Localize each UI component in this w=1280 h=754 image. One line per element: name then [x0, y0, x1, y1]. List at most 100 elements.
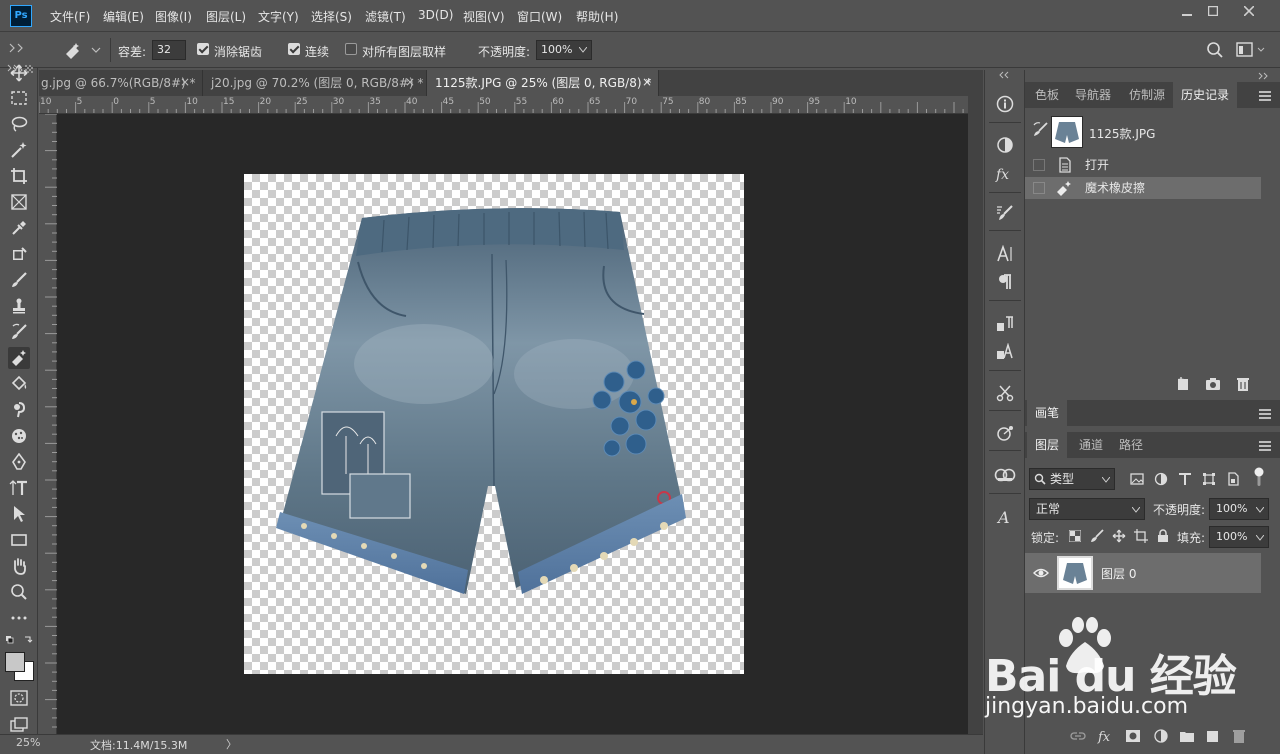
- paint-bucket-tool[interactable]: [8, 373, 30, 395]
- filter-type-button[interactable]: [1177, 471, 1193, 487]
- pen-tool[interactable]: [8, 451, 30, 473]
- vertical-scrollbar[interactable]: [968, 96, 983, 734]
- fill-input[interactable]: 100%: [1209, 526, 1269, 548]
- menu-select[interactable]: 选择(S): [311, 8, 352, 25]
- tab-close-button[interactable]: ×: [405, 75, 415, 89]
- adjustment-circle-icon[interactable]: [1153, 728, 1169, 744]
- link-icon[interactable]: [1069, 728, 1087, 744]
- eyedropper-tool[interactable]: [8, 217, 30, 239]
- clone-stamp-tool[interactable]: [8, 295, 30, 317]
- magic-eraser-tool[interactable]: [8, 347, 30, 369]
- opacity-input[interactable]: 100%: [536, 40, 592, 60]
- character-panel-button[interactable]: [994, 243, 1016, 265]
- tab-history[interactable]: 历史记录: [1173, 82, 1238, 108]
- smudge-tool[interactable]: [8, 399, 30, 421]
- history-source-icon[interactable]: [1031, 120, 1051, 140]
- tab-close-button[interactable]: ×: [180, 75, 190, 89]
- styles-panel-button[interactable]: fx: [994, 163, 1016, 185]
- menu-filter[interactable]: 滤镜(T): [365, 8, 406, 25]
- edit-toolbar-button[interactable]: [8, 607, 30, 629]
- filter-pixel-button[interactable]: [1129, 471, 1145, 487]
- tab-navigator[interactable]: 导航器: [1067, 82, 1119, 108]
- rectangle-tool[interactable]: [8, 529, 30, 551]
- move-tool[interactable]: [8, 62, 30, 84]
- dock-collapse[interactable]: [995, 70, 1015, 80]
- foreground-color-swatch[interactable]: [5, 652, 25, 672]
- menu-edit[interactable]: 编辑(E): [103, 8, 144, 25]
- tab-paths[interactable]: 路径: [1111, 432, 1151, 458]
- menu-layer[interactable]: 图层(L): [206, 8, 246, 25]
- snapshot-name[interactable]: 1125款.JPG: [1089, 125, 1155, 142]
- layer-name[interactable]: 图层 0: [1101, 565, 1136, 582]
- contiguous-checkbox[interactable]: [288, 43, 300, 55]
- magic-wand-tool[interactable]: [8, 139, 30, 161]
- menu-help[interactable]: 帮助(H): [576, 8, 618, 25]
- tab-channels[interactable]: 通道: [1071, 432, 1111, 458]
- filter-toggle[interactable]: [1251, 467, 1267, 486]
- filter-smart-object-button[interactable]: [1225, 471, 1241, 487]
- layer-thumbnail[interactable]: [1057, 556, 1093, 590]
- history-brush-tool[interactable]: [8, 321, 30, 343]
- 3d-panel-button[interactable]: [994, 422, 1016, 444]
- layer-mask-icon[interactable]: [1125, 728, 1141, 744]
- document-canvas[interactable]: [244, 174, 744, 674]
- menu-image[interactable]: 图像(I): [155, 8, 192, 25]
- history-panel-menu[interactable]: [1259, 91, 1271, 101]
- type-tool[interactable]: [8, 477, 30, 499]
- tab-layers[interactable]: 图层: [1027, 432, 1068, 458]
- swap-colors-control[interactable]: [5, 635, 33, 647]
- trash-icon[interactable]: [1231, 728, 1247, 744]
- lock-pixels-button[interactable]: [1089, 528, 1105, 544]
- brush-settings-panel-button[interactable]: [994, 202, 1016, 224]
- close-window-button[interactable]: [1232, 0, 1266, 22]
- lasso-tool[interactable]: [8, 113, 30, 135]
- sample-all-layers-checkbox[interactable]: [345, 43, 357, 55]
- tab-brushes[interactable]: 画笔: [1027, 400, 1068, 426]
- tool-preset-button[interactable]: [62, 40, 102, 60]
- hand-tool[interactable]: [8, 555, 30, 577]
- tool-preset-picker[interactable]: [6, 40, 30, 60]
- glyphs-panel-button[interactable]: A: [994, 506, 1016, 528]
- tool-presets-panel-button[interactable]: [994, 382, 1016, 404]
- path-selection-tool[interactable]: [8, 503, 30, 525]
- brush-tool[interactable]: [8, 269, 30, 291]
- filter-adjustment-button[interactable]: [1153, 471, 1169, 487]
- trash-icon[interactable]: [1235, 376, 1251, 392]
- character-styles-panel-button[interactable]: [994, 341, 1016, 363]
- layer-filter-dropdown[interactable]: 类型: [1029, 468, 1115, 490]
- tab-clone-source[interactable]: 仿制源: [1121, 82, 1173, 108]
- healing-brush-tool[interactable]: [8, 243, 30, 265]
- quick-mask-button[interactable]: [8, 687, 30, 709]
- filter-shape-button[interactable]: [1201, 471, 1217, 487]
- history-state-checkbox[interactable]: [1033, 182, 1045, 194]
- tab-g-jpg[interactable]: g.jpg @ 66.7%(RGB/8#) *: [33, 70, 203, 96]
- marquee-tool[interactable]: [8, 87, 30, 109]
- libraries-panel-button[interactable]: [994, 464, 1016, 486]
- history-item-open[interactable]: 打开: [1025, 154, 1261, 176]
- adjustments-panel-button[interactable]: [994, 134, 1016, 156]
- snapshot-thumbnail[interactable]: [1051, 116, 1083, 148]
- blend-mode-dropdown[interactable]: 正常: [1029, 498, 1145, 520]
- search-button[interactable]: [1206, 41, 1224, 59]
- maximize-button[interactable]: [1196, 0, 1230, 22]
- history-item-magic-eraser[interactable]: 魔术橡皮擦: [1025, 177, 1261, 199]
- tab-j20-jpg[interactable]: j20.jpg @ 70.2% (图层 0, RGB/8#) *: [203, 70, 427, 96]
- tolerance-input[interactable]: 32: [152, 40, 186, 60]
- layer-opacity-input[interactable]: 100%: [1209, 498, 1269, 520]
- fx-icon[interactable]: fx: [1097, 728, 1115, 744]
- lock-all-button[interactable]: [1155, 528, 1171, 544]
- workspace-switcher[interactable]: [1236, 41, 1268, 59]
- lock-position-button[interactable]: [1111, 528, 1127, 544]
- antialias-checkbox[interactable]: [197, 43, 209, 55]
- zoom-tool[interactable]: [8, 581, 30, 603]
- menu-file[interactable]: 文件(F): [50, 8, 90, 25]
- status-menu-arrow[interactable]: 〉: [226, 736, 237, 752]
- brush-panel-menu[interactable]: [1259, 409, 1271, 419]
- layer-visibility-toggle[interactable]: [1033, 566, 1049, 580]
- zoom-level[interactable]: 25%: [16, 736, 40, 749]
- tab-swatches[interactable]: 色板: [1027, 82, 1067, 108]
- new-layer-icon[interactable]: [1205, 728, 1221, 744]
- new-document-from-state-icon[interactable]: [1175, 376, 1191, 392]
- tab-close-button[interactable]: ×: [642, 75, 652, 89]
- paragraph-styles-panel-button[interactable]: [994, 313, 1016, 335]
